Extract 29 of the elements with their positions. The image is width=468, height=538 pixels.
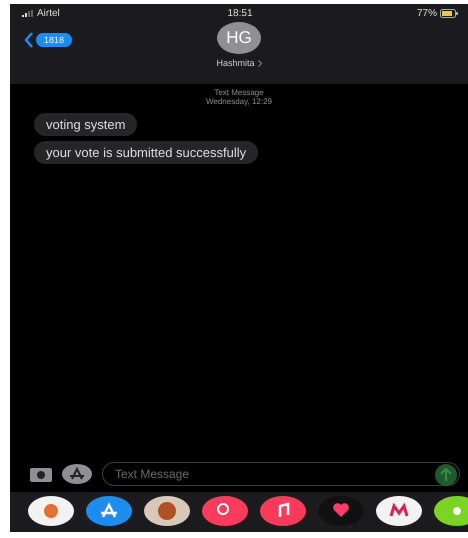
chevron-left-icon [24, 32, 34, 48]
battery-percent: 77% [416, 8, 437, 18]
unread-badge: 1818 [36, 33, 72, 47]
service-label: Text Message [214, 88, 264, 97]
memoji-app-icon[interactable] [144, 496, 190, 526]
contact-avatar[interactable]: HG [217, 22, 261, 54]
dot-app-icon[interactable] [434, 496, 468, 526]
contact-name[interactable]: Hashmita [216, 58, 254, 68]
apps-icon [62, 464, 92, 484]
app-store-button[interactable] [62, 464, 92, 484]
heart-app-icon[interactable] [318, 496, 364, 526]
message-timestamp: Wednesday, 12:29 [206, 97, 272, 106]
message-bubble: voting system [34, 113, 138, 136]
carrier-name: Airtel [22, 8, 142, 18]
battery-icon [440, 8, 458, 18]
message-input[interactable]: Text Message [102, 462, 460, 486]
photos-app-icon[interactable] [28, 496, 74, 526]
camera-icon [30, 466, 52, 482]
chevron-right-icon[interactable] [258, 60, 262, 66]
appstore-app-icon[interactable] [86, 496, 132, 526]
letter-app-icon[interactable] [376, 496, 422, 526]
music-app-icon[interactable] [260, 496, 306, 526]
message-bubble: your vote is submitted successfully [34, 141, 258, 164]
search-app-icon[interactable] [202, 496, 248, 526]
back-button[interactable]: 1818 [24, 32, 72, 48]
camera-button[interactable] [30, 466, 52, 482]
send-icon[interactable] [435, 464, 457, 486]
signal-icon [22, 10, 34, 16]
clock-time: 18:51 [227, 8, 253, 18]
